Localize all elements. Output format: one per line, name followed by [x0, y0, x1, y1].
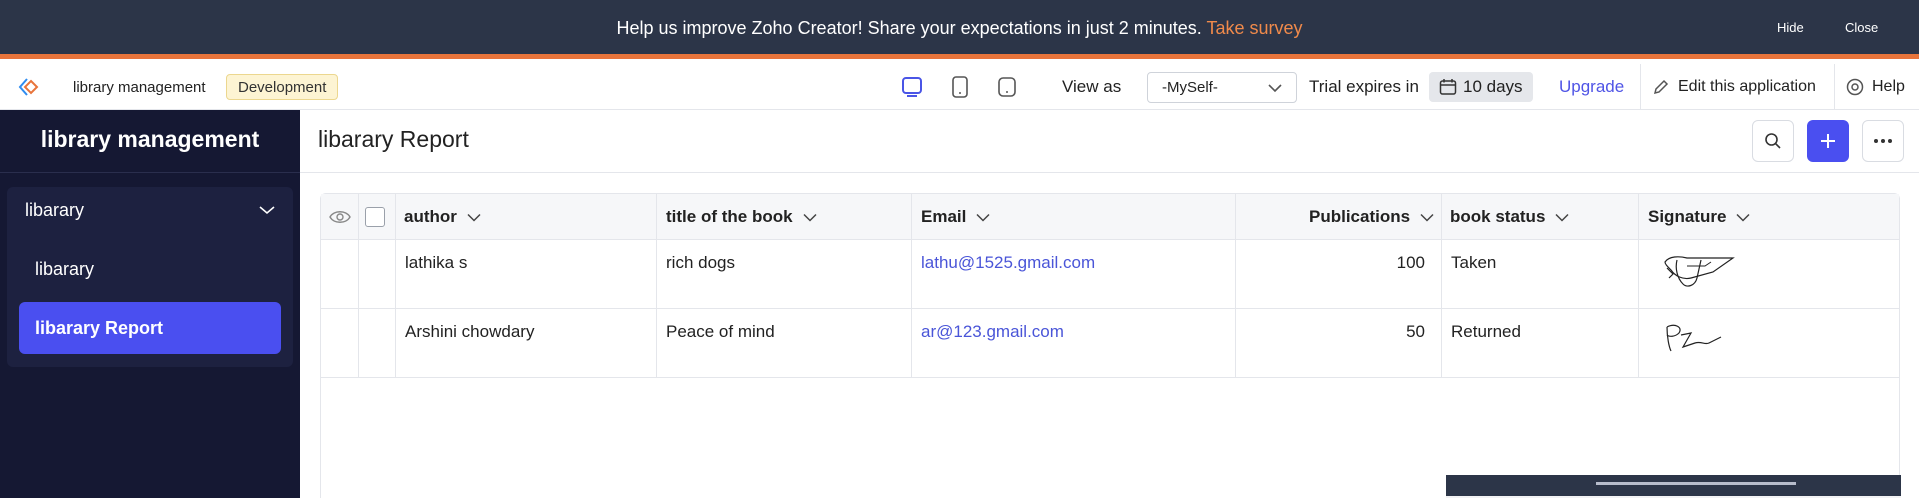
report-table: author title of the book Email Publicati… [320, 193, 1900, 498]
chevron-down-icon [1268, 83, 1282, 92]
environment-badge[interactable]: Development [226, 74, 339, 100]
eye-icon[interactable] [328, 194, 352, 240]
help-button[interactable]: Help [1846, 64, 1905, 110]
column-header-book-status[interactable]: book status [1450, 194, 1569, 240]
sidebar-app-title: library management [40, 126, 260, 152]
trial-label: Trial expires in [1309, 77, 1419, 96]
take-survey-link[interactable]: Take survey [1206, 18, 1302, 38]
sidebar-item-libarary[interactable]: libarary [19, 243, 281, 295]
survey-text: Help us improve Zoho Creator! Share your… [616, 18, 1202, 38]
sidebar: library management libarary libarary lib… [0, 110, 300, 498]
column-header-title[interactable]: title of the book [666, 194, 817, 240]
column-label: title of the book [666, 207, 793, 226]
close-banner-button[interactable]: Close [1845, 20, 1878, 35]
chevron-down-icon [1736, 213, 1750, 222]
sidebar-section-header[interactable]: libarary [25, 187, 275, 233]
column-label: book status [1450, 207, 1546, 226]
trial-days-badge: 10 days [1429, 72, 1533, 102]
plus-icon [1821, 134, 1835, 148]
survey-message: Help us improve Zoho Creator! Share your… [0, 18, 1919, 39]
toolbar-divider [1640, 64, 1641, 110]
add-record-button[interactable] [1807, 120, 1849, 162]
toolbar-divider [1834, 64, 1835, 110]
cell-author: lathika s [405, 253, 468, 272]
chevron-down-icon [259, 206, 275, 215]
signature-image[interactable] [1661, 248, 1737, 297]
trial-days: 10 days [1463, 77, 1523, 96]
select-all-checkbox[interactable] [365, 194, 385, 240]
sidebar-section: libarary libarary libarary Report [7, 187, 293, 367]
app-name[interactable]: library management [73, 64, 206, 110]
cell-title: rich dogs [666, 253, 735, 272]
checkbox-box [365, 207, 385, 227]
column-header-author[interactable]: author [404, 194, 481, 240]
chevron-down-icon [467, 213, 481, 222]
sidebar-divider [0, 172, 300, 173]
main-content: libarary Report author title of the book… [300, 110, 1919, 498]
view-as-value: -MySelf- [1162, 79, 1218, 96]
column-header-email[interactable]: Email [921, 194, 990, 240]
sidebar-section-label: libarary [25, 199, 85, 220]
calendar-icon [1439, 79, 1457, 95]
cell-book-status: Returned [1451, 322, 1521, 341]
cell-email-link[interactable]: ar@123.gmail.com [921, 309, 1064, 355]
view-as-select[interactable]: -MySelf- [1147, 72, 1297, 103]
column-label: Publications [1309, 207, 1411, 226]
cell-book-status: Taken [1451, 253, 1497, 272]
column-label: Signature [1648, 207, 1727, 226]
tablet-icon[interactable] [948, 75, 972, 99]
help-label: Help [1872, 78, 1905, 95]
search-button[interactable] [1752, 120, 1794, 162]
main-divider [300, 172, 1919, 173]
cell-email-link[interactable]: lathu@1525.gmail.com [921, 240, 1095, 286]
table-row[interactable]: Arshini chowdary Peace of mind ar@123.gm… [321, 309, 1899, 378]
more-options-button[interactable] [1862, 120, 1904, 162]
cell-author: Arshini chowdary [405, 322, 535, 341]
column-label: author [404, 207, 457, 226]
edit-application-button[interactable]: Edit this application [1652, 64, 1816, 110]
zoho-creator-logo-icon[interactable] [16, 64, 44, 110]
edit-application-label: Edit this application [1678, 78, 1816, 95]
upgrade-link[interactable]: Upgrade [1559, 64, 1624, 110]
survey-banner: Help us improve Zoho Creator! Share your… [0, 0, 1919, 59]
screenshot-thumbnail[interactable] [1446, 475, 1901, 498]
sidebar-item-libarary-report[interactable]: libarary Report [19, 302, 281, 354]
column-header-publications[interactable]: Publications [1309, 194, 1434, 240]
column-label: Email [921, 207, 967, 226]
page-title: libarary Report [318, 126, 469, 152]
more-horizontal-icon [1874, 139, 1892, 143]
app-toolbar: library management Development View as -… [0, 64, 1919, 110]
cell-title: Peace of mind [666, 322, 775, 341]
hide-banner-button[interactable]: Hide [1777, 20, 1804, 35]
signature-image[interactable] [1661, 317, 1725, 362]
view-as-label: View as [1062, 77, 1122, 96]
chevron-down-icon [976, 213, 990, 222]
pencil-icon [1653, 79, 1669, 95]
chevron-down-icon [803, 213, 817, 222]
chevron-down-icon [1420, 213, 1434, 222]
thumbnail-banner-text [1596, 482, 1796, 485]
column-header-signature[interactable]: Signature [1648, 194, 1750, 240]
desktop-icon[interactable] [900, 75, 924, 99]
table-row[interactable]: lathika s rich dogs lathu@1525.gmail.com… [321, 240, 1899, 309]
mobile-icon[interactable] [995, 75, 1019, 99]
cell-publications: 50 [1406, 322, 1425, 341]
chevron-down-icon [1555, 213, 1569, 222]
cell-publications: 100 [1396, 253, 1425, 272]
search-icon [1765, 133, 1781, 149]
help-icon [1846, 78, 1864, 96]
table-header: author title of the book Email Publicati… [321, 194, 1899, 240]
